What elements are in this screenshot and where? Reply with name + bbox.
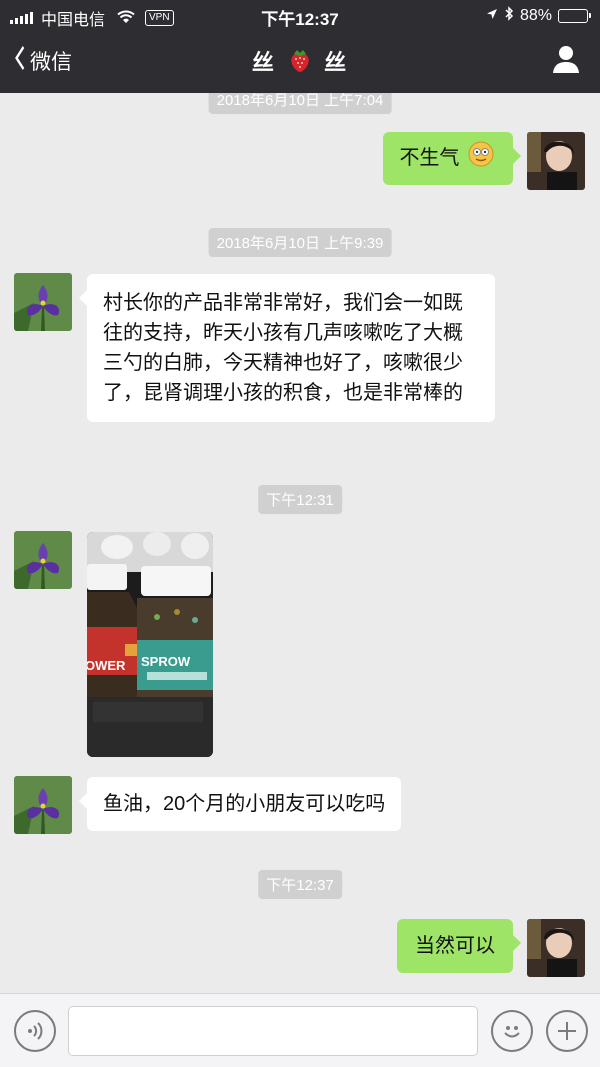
message-input[interactable] xyxy=(68,1006,478,1056)
smile-emoji-icon xyxy=(467,140,495,177)
chat-title: 丝 丝 xyxy=(0,45,600,79)
message-bubble-outgoing[interactable]: 不生气 xyxy=(383,132,521,185)
battery-percent: 88% xyxy=(519,7,552,24)
photo-label-left: OWER xyxy=(87,658,126,673)
location-icon xyxy=(486,7,498,25)
timestamp: 2018年6月10日 上午9:39 xyxy=(208,228,392,257)
title-left: 丝 xyxy=(251,50,276,75)
message-text: 鱼油，20个月的小朋友可以吃吗 xyxy=(103,793,386,815)
more-button[interactable] xyxy=(546,1010,588,1052)
message-bubble-outgoing[interactable]: 当然可以 xyxy=(397,919,521,973)
strawberry-icon xyxy=(288,45,312,79)
timestamp: 下午12:31 xyxy=(258,485,342,514)
smiley-icon xyxy=(504,1026,520,1038)
plus-icon xyxy=(558,1022,576,1040)
my-avatar[interactable] xyxy=(527,132,585,190)
voice-icon xyxy=(28,1022,43,1040)
contact-avatar[interactable] xyxy=(14,776,72,834)
voice-button[interactable] xyxy=(14,1010,56,1052)
nav-bar: 微信 丝 丝 xyxy=(0,30,600,93)
bluetooth-icon xyxy=(504,6,514,26)
status-right: 88% xyxy=(486,6,591,26)
message-bubble-incoming[interactable]: 鱼油，20个月的小朋友可以吃吗 xyxy=(78,777,402,831)
message-text: 村长你的产品非常非常好，我们会一如既往的支持，昨天小孩有几声咳嗽吃了大概三勺的白… xyxy=(103,292,463,404)
person-icon xyxy=(553,46,579,73)
title-right: 丝 xyxy=(324,50,349,75)
top-bar: 中国电信 VPN 下午12:37 88% 微信 丝 丝 xyxy=(0,0,600,93)
message-photo[interactable]: OWER SPROW xyxy=(87,532,213,757)
my-avatar[interactable] xyxy=(527,919,585,977)
status-bar: 中国电信 VPN 下午12:37 88% xyxy=(0,0,600,30)
timestamp: 2018年6月10日 上午7:04 xyxy=(208,93,392,114)
emoji-button[interactable] xyxy=(491,1010,533,1052)
photo-label-right: SPROW xyxy=(141,654,191,669)
message-bubble-incoming[interactable]: 村长你的产品非常非常好，我们会一如既往的支持，昨天小孩有几声咳嗽吃了大概三勺的白… xyxy=(79,274,495,422)
profile-button[interactable] xyxy=(552,44,580,74)
message-text: 当然可以 xyxy=(415,935,495,957)
input-bar xyxy=(0,993,600,1067)
contact-avatar[interactable] xyxy=(14,273,72,331)
message-text: 不生气 xyxy=(399,146,460,169)
battery-icon xyxy=(558,9,591,23)
contact-avatar[interactable] xyxy=(14,531,72,589)
chat-area[interactable]: 2018年6月10日 上午7:04 不生气 2018年6月10日 上午9:39 … xyxy=(0,93,600,993)
timestamp: 下午12:37 xyxy=(258,870,342,899)
